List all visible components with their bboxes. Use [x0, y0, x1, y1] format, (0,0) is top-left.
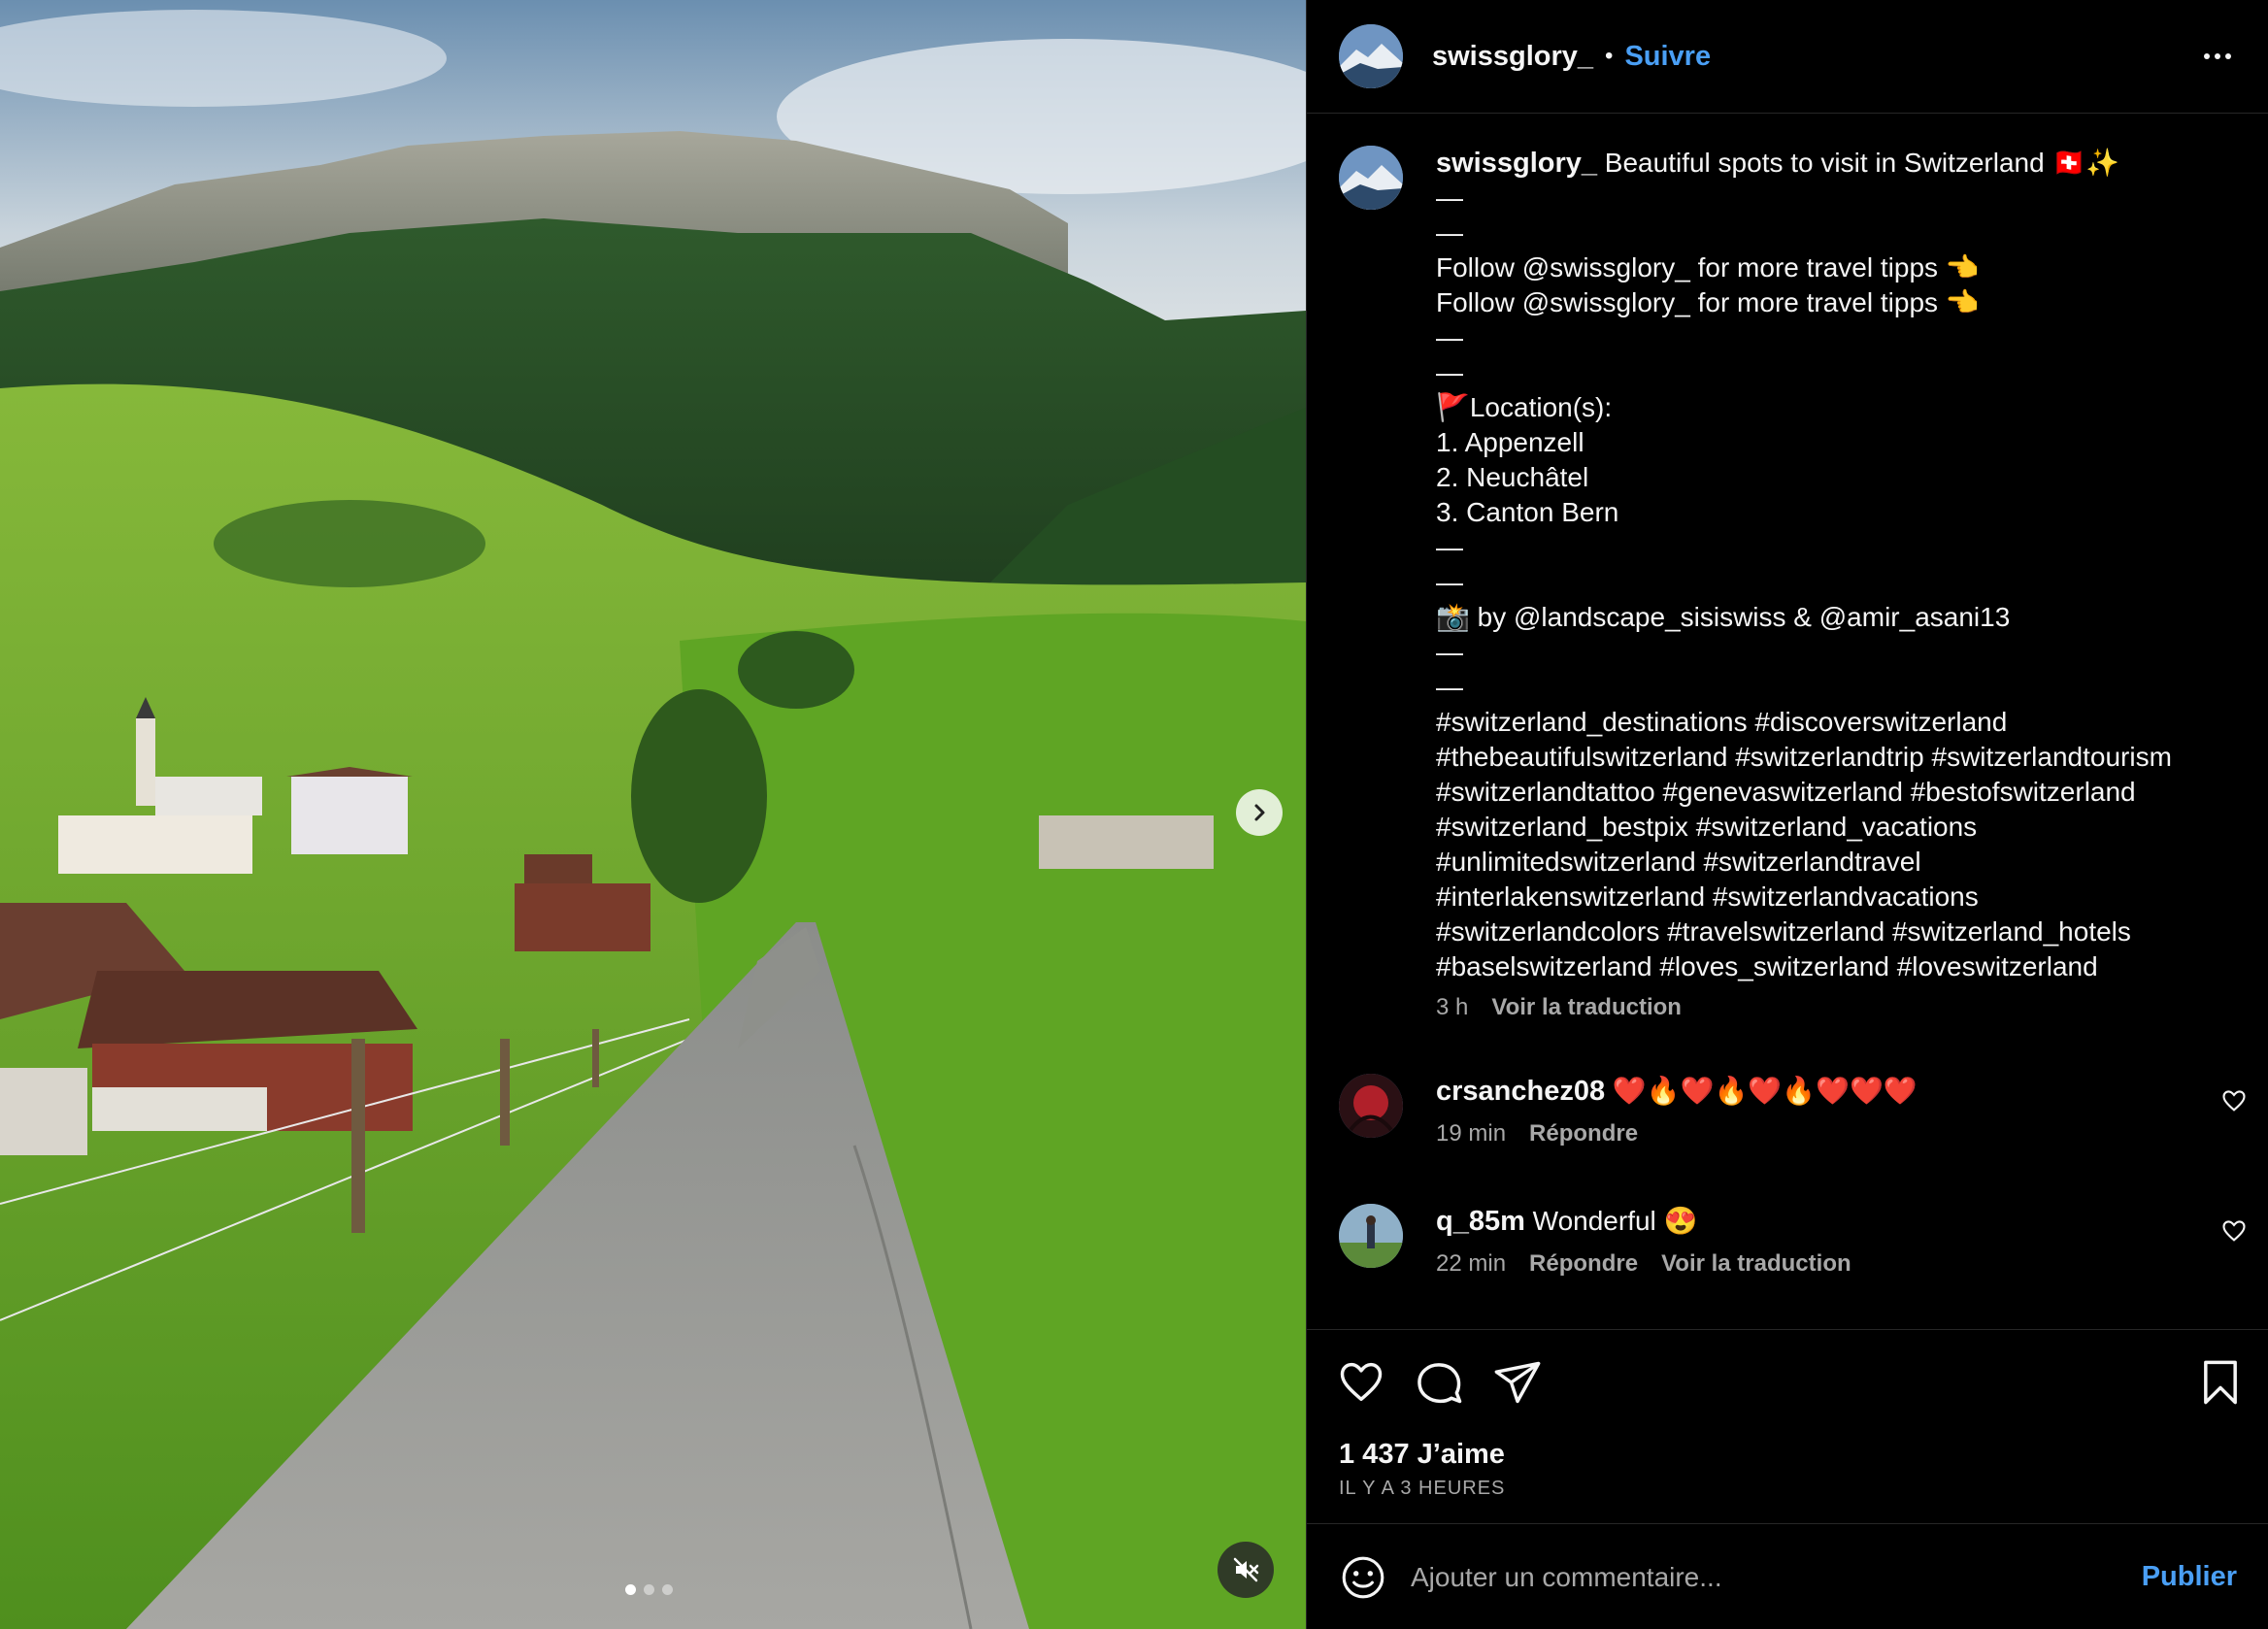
- more-options-button[interactable]: [2198, 37, 2237, 76]
- comment-body: Wonderful 😍: [1524, 1206, 1698, 1236]
- comment-username[interactable]: crsanchez08: [1436, 1076, 1605, 1107]
- username-link[interactable]: swissglory_: [1432, 41, 1593, 73]
- post-actions: 1 437 J’aime IL Y A 3 HEURES: [1307, 1330, 2268, 1524]
- slide-dot: [662, 1584, 673, 1595]
- avatar[interactable]: [1339, 1204, 1403, 1268]
- post-sidebar: swissglory_ • Suivre swissglory_ Beautif…: [1306, 0, 2268, 1629]
- see-translation-link[interactable]: Voir la traduction: [1661, 1250, 1851, 1278]
- bookmark-icon[interactable]: [2195, 1357, 2246, 1408]
- more-icon: [2204, 53, 2231, 59]
- caption-meta: 3 h Voir la traduction: [1436, 994, 2242, 1021]
- comment-meta: 22 min Répondre Voir la traduction: [1436, 1250, 2242, 1278]
- caption-timestamp: 3 h: [1436, 994, 1469, 1020]
- likes-count[interactable]: 1 437 J’aime: [1339, 1439, 1505, 1471]
- share-icon[interactable]: [1492, 1357, 1543, 1408]
- comment-meta: 19 min Répondre: [1436, 1120, 2242, 1147]
- avatar[interactable]: [1339, 1074, 1403, 1138]
- post-timestamp: IL Y A 3 HEURES: [1339, 1478, 1506, 1499]
- comment-text: q_85m Wonderful 😍: [1436, 1204, 2242, 1239]
- post-header: swissglory_ • Suivre: [1307, 0, 2268, 114]
- reply-link[interactable]: Répondre: [1529, 1120, 1638, 1147]
- caption-text: swissglory_ Beautiful spots to visit in …: [1436, 146, 2242, 984]
- caption-title: Beautiful spots to visit in Switzerland …: [1597, 148, 2120, 178]
- like-comment-icon[interactable]: [2220, 1087, 2248, 1114]
- emoji-icon[interactable]: [1339, 1553, 1387, 1602]
- post-caption: swissglory_ Beautiful spots to visit in …: [1339, 146, 2242, 1021]
- publish-button[interactable]: Publier: [2142, 1561, 2237, 1593]
- slide-dot-active: [625, 1584, 636, 1595]
- chevron-right-icon: [1254, 804, 1265, 821]
- heart-icon[interactable]: [1336, 1357, 1386, 1408]
- comment-item: q_85m Wonderful 😍 22 min Répondre Voir l…: [1339, 1204, 2246, 1278]
- comment-text: crsanchez08 ❤️🔥❤️🔥❤️🔥❤️❤️❤️: [1436, 1074, 2242, 1109]
- comment-username[interactable]: q_85m: [1436, 1206, 1525, 1237]
- comment-timestamp: 22 min: [1436, 1250, 1507, 1277]
- landscape-photo: [0, 0, 1306, 1629]
- see-translation-link[interactable]: Voir la traduction: [1491, 994, 1682, 1021]
- slide-indicator: [625, 1584, 673, 1595]
- comments-section[interactable]: swissglory_ Beautiful spots to visit in …: [1307, 115, 2268, 1330]
- reply-link[interactable]: Répondre: [1529, 1250, 1638, 1278]
- comment-composer: Publier: [1307, 1525, 2268, 1629]
- comment-item: crsanchez08 ❤️🔥❤️🔥❤️🔥❤️❤️❤️ 19 min Répon…: [1339, 1074, 2246, 1147]
- follow-button[interactable]: Suivre: [1624, 41, 1711, 73]
- comment-input[interactable]: [1411, 1561, 2142, 1593]
- comment-icon[interactable]: [1415, 1357, 1465, 1408]
- mute-icon: [1233, 1557, 1259, 1582]
- mute-toggle-button[interactable]: [1217, 1542, 1274, 1598]
- avatar[interactable]: [1339, 24, 1403, 88]
- separator-dot: •: [1605, 43, 1614, 69]
- caption-body: — — Follow @swissglory_ for more travel …: [1436, 183, 2172, 981]
- like-comment-icon[interactable]: [2220, 1217, 2248, 1245]
- comment-timestamp: 19 min: [1436, 1120, 1507, 1147]
- caption-username[interactable]: swissglory_: [1436, 148, 1597, 179]
- slide-dot: [644, 1584, 654, 1595]
- comment-body: ❤️🔥❤️🔥❤️🔥❤️❤️❤️: [1605, 1076, 1918, 1106]
- avatar[interactable]: [1339, 146, 1403, 210]
- next-slide-button[interactable]: [1236, 789, 1283, 836]
- post-media[interactable]: [0, 0, 1306, 1629]
